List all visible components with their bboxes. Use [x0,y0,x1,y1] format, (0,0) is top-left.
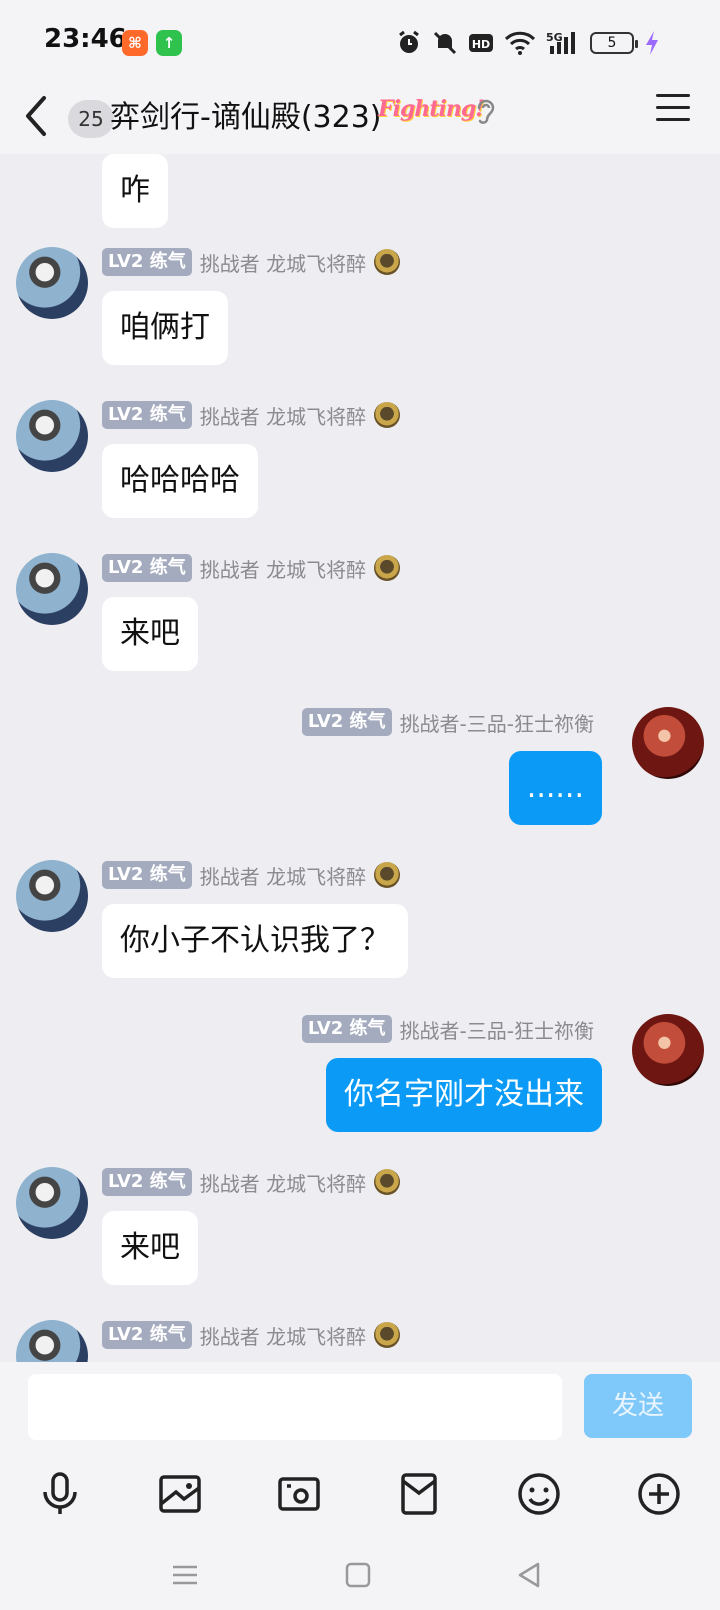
message-bubble[interactable]: 你名字刚才没出来 [326,1058,602,1132]
hd-icon: HD [469,34,493,52]
level-badge: LV2 练气 [301,1015,392,1043]
more-button[interactable] [631,1466,687,1522]
ear-icon[interactable] [474,96,498,126]
voice-button[interactable] [32,1466,88,1522]
message-input[interactable] [28,1374,562,1440]
crown-icon [374,1169,401,1195]
avatar[interactable] [16,247,88,319]
camera-button[interactable] [271,1466,327,1522]
status-bar: 23:46 ⌘ ↑ HD 5G 5 [0,0,720,80]
avatar[interactable] [16,400,88,472]
sender-meta: LV2 练气 挑战者 龙城飞将醉 [102,400,401,430]
message-bubble[interactable]: 咋 [102,154,168,228]
fighting-badge: Fighting! [378,96,485,122]
message-bubble[interactable]: 咱俩打 [102,291,228,365]
message-list[interactable]: 咋 LV2 练气 挑战者 龙城飞将醉 咱俩打 LV2 练气 挑战者 龙城飞将醉 … [0,154,720,1362]
crown-icon [374,402,401,428]
charging-icon [646,31,658,55]
image-icon [159,1475,201,1513]
sender-name[interactable]: 挑战者 龙城飞将醉 [200,554,366,583]
message-input-bar: 发送 [0,1362,720,1452]
status-time: 23:46 [44,24,127,54]
level-badge: LV2 练气 [301,708,392,736]
camera-icon [278,1477,320,1511]
signal-icon: 5G [546,31,575,54]
level-badge: LV2 练气 [102,554,192,582]
chat-header: 25 弈剑行-谪仙殿(323) Fighting! [0,80,720,154]
message-bubble[interactable]: 哈哈哈哈 [102,444,258,518]
sender-name[interactable]: 挑战者-三品-狂士祢衡 [400,708,594,737]
sender-name[interactable]: 挑战者 龙城飞将醉 [200,401,366,430]
battery-level: 5 [607,35,617,51]
status-icons: HD 5G 5 [396,26,660,60]
sender-name[interactable]: 挑战者-三品-狂士祢衡 [400,1015,594,1044]
mute-icon [433,31,457,55]
sender-name[interactable]: 挑战者 龙城飞将醉 [200,248,366,277]
sender-meta: LV2 练气 挑战者-三品-狂士祢衡 [301,1014,594,1044]
emoji-button[interactable] [511,1466,567,1522]
sender-meta: LV2 练气 挑战者 龙城飞将醉 [102,860,401,890]
unread-count-badge: 25 [68,100,114,138]
red-packet-icon [401,1473,437,1515]
sender-meta: LV2 练气 挑战者-三品-狂士祢衡 [301,707,594,737]
level-badge: LV2 练气 [102,1168,192,1196]
alarm-icon [399,30,419,53]
page-title[interactable]: 弈剑行-谪仙殿(323) [110,92,382,136]
menu-icon [656,94,690,97]
red-packet-button[interactable] [391,1466,447,1522]
menu-button[interactable] [656,94,690,122]
plus-icon [638,1473,680,1515]
sender-name[interactable]: 挑战者 龙城飞将醉 [200,1168,366,1197]
recent-apps-button[interactable] [168,1558,202,1592]
sender-meta: LV2 练气 挑战者 龙城飞将醉 [102,1320,401,1350]
avatar[interactable] [632,707,704,779]
microphone-icon [43,1472,77,1514]
sender-meta: LV2 练气 挑战者 龙城飞将醉 [102,1167,401,1197]
message-bubble[interactable]: 来吧 [102,1211,198,1285]
avatar[interactable] [16,553,88,625]
wifi-icon [504,31,536,55]
avatar[interactable] [16,1320,88,1362]
message-bubble[interactable]: ...... [508,751,602,825]
app-badge-orange-icon: ⌘ [122,30,148,56]
photo-button[interactable] [152,1466,208,1522]
level-badge: LV2 练气 [102,248,192,276]
svg-text:HD: HD [472,38,490,51]
back-icon [26,96,46,136]
app-badge-green-icon: ↑ [156,30,182,56]
system-nav-bar [0,1540,720,1610]
level-badge: LV2 练气 [102,861,192,889]
emoji-icon [518,1473,560,1515]
sender-name[interactable]: 挑战者 龙城飞将醉 [200,1321,366,1350]
message-bubble[interactable]: 你小子不认识我了？ [102,904,408,978]
level-badge: LV2 练气 [102,401,192,429]
crown-icon [374,1322,401,1348]
back-nav-button[interactable] [512,1558,546,1592]
crown-icon [374,862,401,888]
crown-icon [374,555,401,581]
avatar[interactable] [632,1014,704,1086]
sender-meta: LV2 练气 挑战者 龙城飞将醉 [102,553,401,583]
level-badge: LV2 练气 [102,1321,192,1349]
send-button[interactable]: 发送 [584,1374,692,1438]
sender-meta: LV2 练气 挑战者 龙城飞将醉 [102,247,401,277]
avatar[interactable] [16,1167,88,1239]
back-button[interactable]: 25 [18,90,114,144]
input-toolbar [0,1452,720,1540]
battery-icon: 5 [590,32,638,54]
sender-name[interactable]: 挑战者 龙城飞将醉 [200,861,366,890]
home-button[interactable] [341,1558,375,1592]
avatar[interactable] [16,860,88,932]
message-bubble[interactable]: 来吧 [102,597,198,671]
crown-icon [374,249,401,275]
